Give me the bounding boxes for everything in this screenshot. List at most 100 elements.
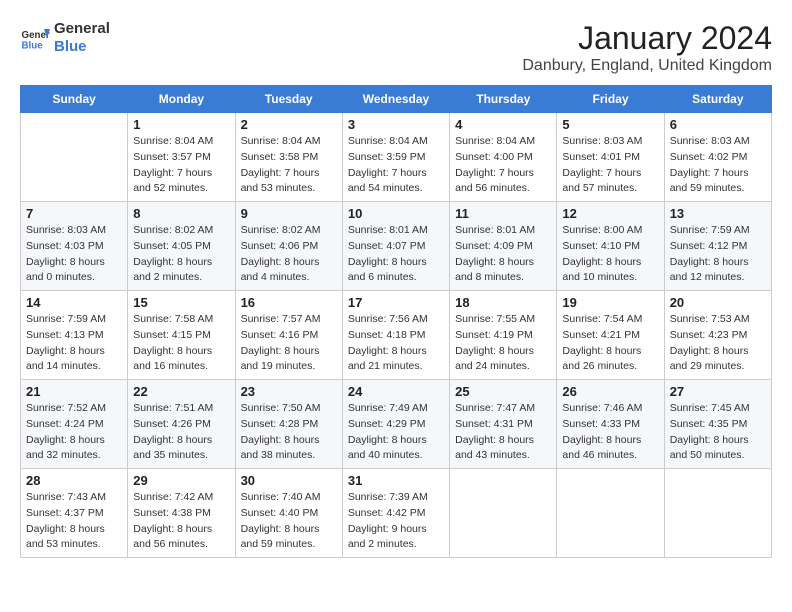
day-info: Sunrise: 8:03 AMSunset: 4:02 PMDaylight:… bbox=[670, 134, 766, 197]
day-number: 21 bbox=[26, 384, 122, 399]
daylight-text-line2: and 14 minutes. bbox=[26, 359, 122, 375]
calendar-cell: 24Sunrise: 7:49 AMSunset: 4:29 PMDayligh… bbox=[342, 380, 449, 469]
sunrise-text: Sunrise: 8:01 AM bbox=[455, 223, 551, 239]
daylight-text-line2: and 2 minutes. bbox=[133, 270, 229, 286]
day-number: 27 bbox=[670, 384, 766, 399]
day-number: 10 bbox=[348, 206, 444, 221]
daylight-text-line2: and 40 minutes. bbox=[348, 448, 444, 464]
day-info: Sunrise: 7:39 AMSunset: 4:42 PMDaylight:… bbox=[348, 490, 444, 553]
sunset-text: Sunset: 4:37 PM bbox=[26, 506, 122, 522]
calendar-cell: 5Sunrise: 8:03 AMSunset: 4:01 PMDaylight… bbox=[557, 113, 664, 202]
daylight-text-line1: Daylight: 8 hours bbox=[670, 433, 766, 449]
calendar-day-header: Wednesday bbox=[342, 86, 449, 113]
sunset-text: Sunset: 4:16 PM bbox=[241, 328, 337, 344]
calendar-cell: 22Sunrise: 7:51 AMSunset: 4:26 PMDayligh… bbox=[128, 380, 235, 469]
day-info: Sunrise: 7:59 AMSunset: 4:13 PMDaylight:… bbox=[26, 312, 122, 375]
sunset-text: Sunset: 4:10 PM bbox=[562, 239, 658, 255]
sunrise-text: Sunrise: 8:04 AM bbox=[455, 134, 551, 150]
daylight-text-line2: and 43 minutes. bbox=[455, 448, 551, 464]
day-info: Sunrise: 8:04 AMSunset: 4:00 PMDaylight:… bbox=[455, 134, 551, 197]
daylight-text-line2: and 46 minutes. bbox=[562, 448, 658, 464]
sunrise-text: Sunrise: 7:40 AM bbox=[241, 490, 337, 506]
daylight-text-line1: Daylight: 8 hours bbox=[455, 433, 551, 449]
header: General Blue General Blue January 2024 D… bbox=[20, 20, 772, 75]
logo: General Blue General Blue bbox=[20, 20, 110, 56]
sunset-text: Sunset: 4:19 PM bbox=[455, 328, 551, 344]
daylight-text-line1: Daylight: 8 hours bbox=[348, 344, 444, 360]
calendar-week-row: 28Sunrise: 7:43 AMSunset: 4:37 PMDayligh… bbox=[21, 469, 772, 558]
sunset-text: Sunset: 4:26 PM bbox=[133, 417, 229, 433]
daylight-text-line1: Daylight: 7 hours bbox=[241, 166, 337, 182]
calendar-cell bbox=[450, 469, 557, 558]
sunrise-text: Sunrise: 8:04 AM bbox=[348, 134, 444, 150]
day-number: 2 bbox=[241, 117, 337, 132]
calendar-week-row: 7 Sunrise: 8:03 AMSunset: 4:03 PMDaylight… bbox=[21, 202, 772, 291]
calendar-cell: 2 Sunrise: 8:04 AMSunset: 3:58 PMDaylight… bbox=[235, 113, 342, 202]
sunset-text: Sunset: 4:00 PM bbox=[455, 150, 551, 166]
sunrise-text: Sunrise: 7:57 AM bbox=[241, 312, 337, 328]
calendar-cell: 13Sunrise: 7:59 AMSunset: 4:12 PMDayligh… bbox=[664, 202, 771, 291]
calendar-cell: 17 Sunrise: 7:56 AMSunset: 4:18 PMDayligh… bbox=[342, 291, 449, 380]
day-info: Sunrise: 8:03 AMSunset: 4:03 PMDaylight:… bbox=[26, 223, 122, 286]
calendar-cell: 1Sunrise: 8:04 AMSunset: 3:57 PMDaylight… bbox=[128, 113, 235, 202]
sunrise-text: Sunrise: 8:03 AM bbox=[26, 223, 122, 239]
sunset-text: Sunset: 4:02 PM bbox=[670, 150, 766, 166]
day-info: Sunrise: 7:56 AMSunset: 4:18 PMDaylight:… bbox=[348, 312, 444, 375]
sunset-text: Sunset: 4:21 PM bbox=[562, 328, 658, 344]
daylight-text-line1: Daylight: 7 hours bbox=[562, 166, 658, 182]
calendar-cell: 3Sunrise: 8:04 AMSunset: 3:59 PMDaylight… bbox=[342, 113, 449, 202]
day-info: Sunrise: 8:04 AMSunset: 3:58 PMDaylight:… bbox=[241, 134, 337, 197]
calendar-day-header: Thursday bbox=[450, 86, 557, 113]
day-number: 30 bbox=[241, 473, 337, 488]
sunset-text: Sunset: 4:29 PM bbox=[348, 417, 444, 433]
calendar-cell: 14 Sunrise: 7:59 AMSunset: 4:13 PMDayligh… bbox=[21, 291, 128, 380]
day-number: 14 bbox=[26, 295, 122, 310]
daylight-text-line1: Daylight: 7 hours bbox=[348, 166, 444, 182]
sunrise-text: Sunrise: 7:51 AM bbox=[133, 401, 229, 417]
daylight-text-line1: Daylight: 8 hours bbox=[26, 255, 122, 271]
sunset-text: Sunset: 4:28 PM bbox=[241, 417, 337, 433]
sunset-text: Sunset: 4:15 PM bbox=[133, 328, 229, 344]
daylight-text-line1: Daylight: 8 hours bbox=[670, 344, 766, 360]
daylight-text-line2: and 24 minutes. bbox=[455, 359, 551, 375]
day-number: 8 bbox=[133, 206, 229, 221]
day-info: Sunrise: 7:53 AMSunset: 4:23 PMDaylight:… bbox=[670, 312, 766, 375]
day-info: Sunrise: 7:42 AMSunset: 4:38 PMDaylight:… bbox=[133, 490, 229, 553]
calendar-header: SundayMondayTuesdayWednesdayThursdayFrid… bbox=[21, 86, 772, 113]
sunset-text: Sunset: 4:09 PM bbox=[455, 239, 551, 255]
calendar-week-row: 1Sunrise: 8:04 AMSunset: 3:57 PMDaylight… bbox=[21, 113, 772, 202]
daylight-text-line2: and 56 minutes. bbox=[133, 537, 229, 553]
calendar-day-header: Sunday bbox=[21, 86, 128, 113]
day-number: 17 bbox=[348, 295, 444, 310]
daylight-text-line2: and 6 minutes. bbox=[348, 270, 444, 286]
daylight-text-line2: and 38 minutes. bbox=[241, 448, 337, 464]
sunset-text: Sunset: 4:12 PM bbox=[670, 239, 766, 255]
daylight-text-line2: and 29 minutes. bbox=[670, 359, 766, 375]
day-info: Sunrise: 8:01 AMSunset: 4:07 PMDaylight:… bbox=[348, 223, 444, 286]
daylight-text-line2: and 32 minutes. bbox=[26, 448, 122, 464]
day-number: 5 bbox=[562, 117, 658, 132]
daylight-text-line1: Daylight: 8 hours bbox=[241, 344, 337, 360]
day-number: 15 bbox=[133, 295, 229, 310]
daylight-text-line1: Daylight: 8 hours bbox=[241, 433, 337, 449]
daylight-text-line2: and 8 minutes. bbox=[455, 270, 551, 286]
sunset-text: Sunset: 4:07 PM bbox=[348, 239, 444, 255]
sunset-text: Sunset: 4:35 PM bbox=[670, 417, 766, 433]
day-number: 4 bbox=[455, 117, 551, 132]
daylight-text-line1: Daylight: 8 hours bbox=[562, 433, 658, 449]
day-number: 7 bbox=[26, 206, 122, 221]
sunset-text: Sunset: 4:05 PM bbox=[133, 239, 229, 255]
daylight-text-line2: and 16 minutes. bbox=[133, 359, 229, 375]
day-number: 1 bbox=[133, 117, 229, 132]
sunrise-text: Sunrise: 7:47 AM bbox=[455, 401, 551, 417]
day-number: 9 bbox=[241, 206, 337, 221]
sunrise-text: Sunrise: 7:53 AM bbox=[670, 312, 766, 328]
day-info: Sunrise: 7:45 AMSunset: 4:35 PMDaylight:… bbox=[670, 401, 766, 464]
daylight-text-line2: and 52 minutes. bbox=[133, 181, 229, 197]
daylight-text-line1: Daylight: 8 hours bbox=[133, 433, 229, 449]
sunrise-text: Sunrise: 7:58 AM bbox=[133, 312, 229, 328]
daylight-text-line1: Daylight: 8 hours bbox=[133, 522, 229, 538]
daylight-text-line1: Daylight: 8 hours bbox=[241, 255, 337, 271]
calendar-cell: 26Sunrise: 7:46 AMSunset: 4:33 PMDayligh… bbox=[557, 380, 664, 469]
calendar-cell: 30Sunrise: 7:40 AMSunset: 4:40 PMDayligh… bbox=[235, 469, 342, 558]
